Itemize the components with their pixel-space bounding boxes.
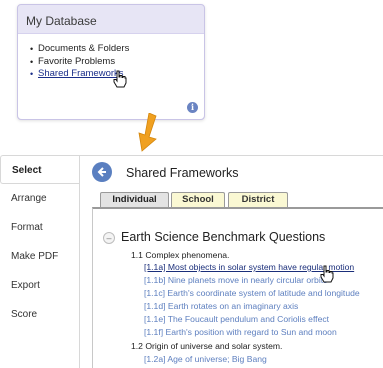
benchmark-item[interactable]: [1.1d] Earth rotates on an imaginary axi… (144, 301, 298, 312)
tab-individual[interactable]: Individual (100, 192, 169, 207)
favorite-problems-link[interactable]: Favorite Problems (30, 56, 204, 69)
sidebar-item-format[interactable]: Format (0, 213, 80, 242)
orange-arrow-icon (138, 113, 157, 152)
benchmark-item[interactable]: [1.1b] Nine planets move in nearly circu… (144, 275, 327, 286)
hand-cursor-icon (320, 265, 334, 283)
documents-folders-link[interactable]: Documents & Folders (30, 43, 204, 56)
my-database-card: My Database Documents & Folders Favorite… (17, 4, 205, 120)
benchmark-item[interactable]: [1.1c] Earth's coordinate system of lati… (144, 288, 360, 299)
hand-cursor-icon (113, 70, 127, 88)
collapse-icon[interactable]: – (103, 232, 115, 244)
sidebar-item-arrange[interactable]: Arrange (0, 184, 80, 213)
benchmark-item[interactable]: [1.1e] The Foucault pendulum and Corioli… (144, 314, 329, 325)
info-icon[interactable]: i (187, 102, 198, 113)
sidebar-item-make-pdf[interactable]: Make PDF (0, 242, 80, 271)
left-sidebar: Select Arrange Format Make PDF Export Sc… (0, 155, 80, 368)
screen: My Database Documents & Folders Favorite… (0, 0, 383, 368)
tab-school[interactable]: School (171, 192, 225, 207)
group-heading: 1.2 Origin of universe and solar system. (131, 341, 283, 351)
page-title: Shared Frameworks (126, 166, 239, 180)
framework-content: – Earth Science Benchmark Questions 1.1 … (92, 207, 383, 368)
database-links: Documents & Folders Favorite Problems Sh… (18, 33, 204, 119)
sidebar-item-select[interactable]: Select (0, 155, 80, 184)
benchmark-item[interactable]: [1.1f] Earth's position with regard to S… (144, 327, 337, 338)
back-button[interactable] (92, 162, 112, 182)
my-database-title: My Database (26, 14, 97, 28)
framework-title: Earth Science Benchmark Questions (121, 230, 326, 244)
group-heading: 1.1 Complex phenomena. (131, 250, 230, 260)
tab-district[interactable]: District (228, 192, 288, 207)
sidebar-item-export[interactable]: Export (0, 271, 80, 300)
main-panel: Shared Frameworks Individual School Dist… (79, 155, 383, 368)
benchmark-item[interactable]: [1.2a] Age of universe; Big Bang (144, 354, 267, 365)
back-arrow-icon (97, 167, 106, 177)
sidebar-item-score[interactable]: Score (0, 300, 80, 329)
